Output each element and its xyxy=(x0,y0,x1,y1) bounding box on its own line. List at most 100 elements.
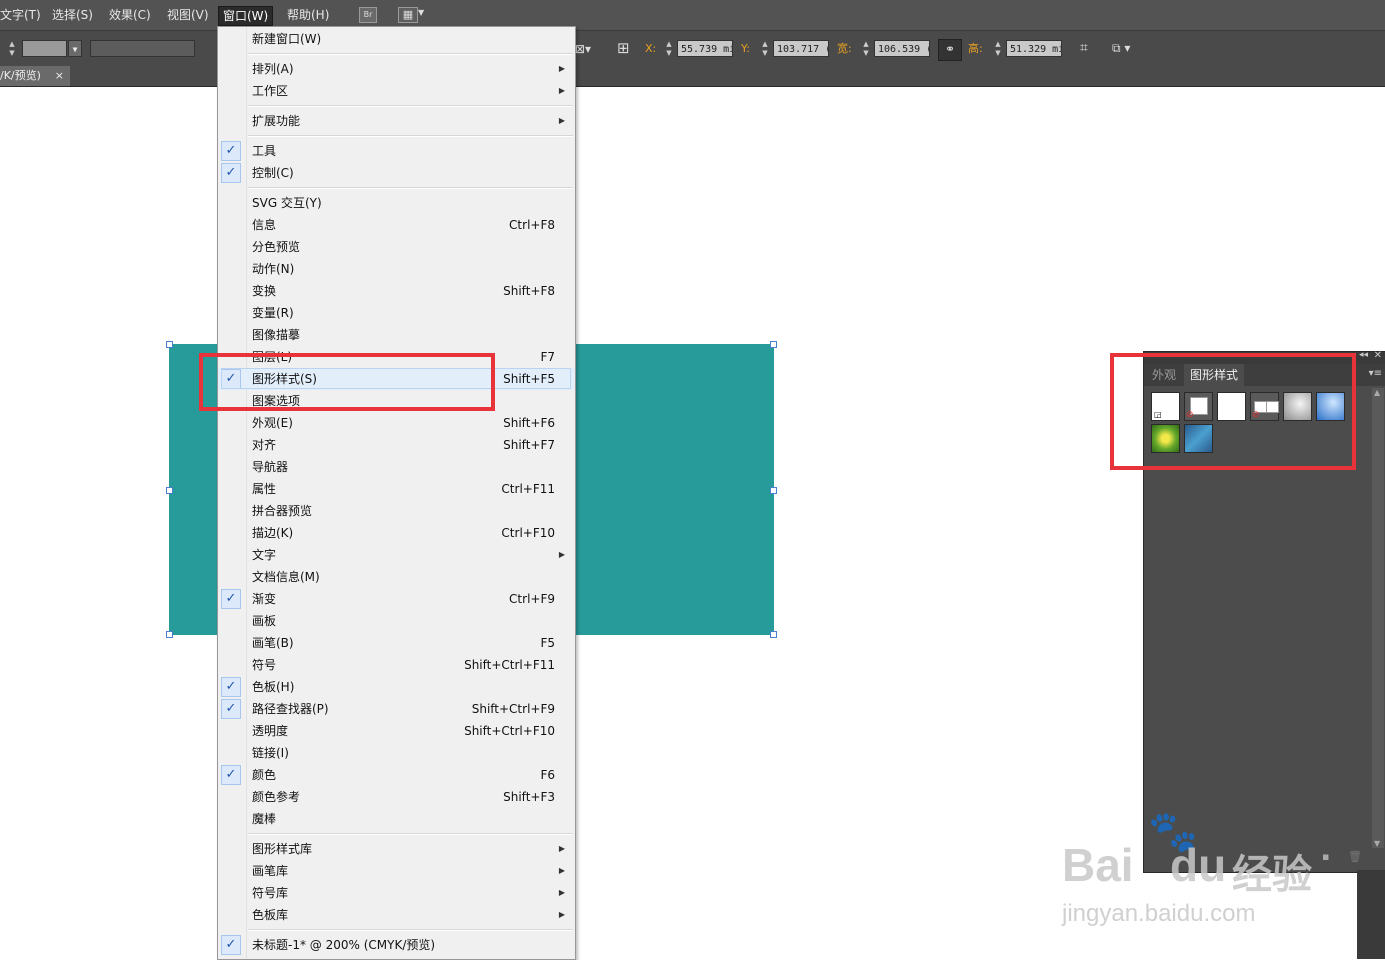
menu-item[interactable]: ✓ 控制(C) xyxy=(218,162,575,184)
menu-item[interactable]: 新建窗口(W) xyxy=(218,28,575,50)
stroke-weight-field[interactable] xyxy=(22,40,67,57)
menu-item[interactable]: 导航器 xyxy=(218,456,575,478)
menu-item[interactable]: 动作(N) xyxy=(218,258,575,280)
selection-handle[interactable] xyxy=(770,487,777,494)
close-tab-icon[interactable]: × xyxy=(55,66,64,86)
menu-item[interactable]: 图形样式库 ▶ xyxy=(218,838,575,860)
menu-text[interactable]: 文字(T) xyxy=(0,6,45,24)
menu-item-label: 链接(I) xyxy=(252,746,289,760)
menu-item[interactable]: 透明度 Shift+Ctrl+F10 xyxy=(218,720,575,742)
reference-point-icon[interactable]: ⊞ xyxy=(617,39,630,57)
selection-handle[interactable] xyxy=(166,487,173,494)
collapse-panel-icon[interactable]: ◂◂ xyxy=(1359,350,1368,360)
menu-item[interactable]: SVG 交互(Y) xyxy=(218,192,575,214)
transform-icon[interactable]: ⊠▾ xyxy=(575,40,591,58)
selection-handle[interactable] xyxy=(166,631,173,638)
menu-item[interactable]: 外观(E) Shift+F6 xyxy=(218,412,575,434)
menu-window[interactable]: 窗口(W) xyxy=(218,6,274,26)
menu-item[interactable]: ✓ 工具 xyxy=(218,140,575,162)
menu-item[interactable]: ✓ 色板(H) xyxy=(218,676,575,698)
highlight-box-panel xyxy=(1110,353,1356,470)
isolate-group-icon[interactable]: ⧉ ▾ xyxy=(1112,39,1130,57)
bridge-icon[interactable]: Br xyxy=(359,7,377,23)
y-label: Y: xyxy=(741,42,750,55)
menu-help[interactable]: 帮助(H) xyxy=(283,6,333,24)
menu-item[interactable]: 排列(A) ▶ xyxy=(218,58,575,80)
transform-box-icon[interactable]: ⌗ xyxy=(1080,39,1088,57)
x-spinner-icon[interactable]: ▲ ▼ xyxy=(663,40,675,58)
menu-select[interactable]: 选择(S) xyxy=(48,6,97,24)
menu-item[interactable]: 变换 Shift+F8 xyxy=(218,280,575,302)
checkmark-icon: ✓ xyxy=(221,141,241,161)
menu-item-label: 画笔(B) xyxy=(252,636,294,650)
menu-item[interactable]: 分色预览 xyxy=(218,236,575,258)
watermark-brand: Bai xyxy=(1062,839,1134,891)
menu-item-label: 扩展功能 xyxy=(252,114,301,128)
menu-item-label: 颜色 xyxy=(252,768,277,782)
menu-item[interactable]: 图像描摹 xyxy=(218,324,575,346)
menu-item-label: 外观(E) xyxy=(252,416,293,430)
selection-handle[interactable] xyxy=(166,341,173,348)
menu-item[interactable]: ✓ 颜色 F6 xyxy=(218,764,575,786)
menu-item-label: 拼合器预览 xyxy=(252,504,313,518)
watermark-url: jingyan.baidu.com xyxy=(1062,900,1256,927)
y-field[interactable]: 103.717 ( xyxy=(773,40,829,57)
submenu-arrow-icon: ▶ xyxy=(558,64,565,73)
y-spinner-icon[interactable]: ▲ ▼ xyxy=(759,40,771,58)
menu-item[interactable]: ✓ 未标题-1* @ 200% (CMYK/预览) xyxy=(218,934,575,956)
menu-item[interactable]: 颜色参考 Shift+F3 xyxy=(218,786,575,808)
baidu-watermark: Bai 🐾 du 经验 jingyan.baidu.com xyxy=(1060,809,1360,940)
menu-item[interactable]: ✓ 路径查找器(P) Shift+Ctrl+F9 xyxy=(218,698,575,720)
menu-separator xyxy=(248,929,573,931)
menu-item[interactable]: 文字 ▶ xyxy=(218,544,575,566)
menu-item[interactable]: 魔棒 xyxy=(218,808,575,830)
brush-definition-field[interactable] xyxy=(90,40,195,57)
menu-item[interactable]: 符号库 ▶ xyxy=(218,882,575,904)
stroke-dropdown-icon[interactable]: ▼ xyxy=(68,40,82,57)
menu-item[interactable]: 链接(I) xyxy=(218,742,575,764)
menu-item[interactable]: 色板库 ▶ xyxy=(218,904,575,926)
height-field[interactable]: 51.329 mi xyxy=(1006,40,1062,57)
x-field[interactable]: 55.739 mi xyxy=(677,40,733,57)
menu-item[interactable]: 拼合器预览 xyxy=(218,500,575,522)
menu-item-shortcut: Shift+Ctrl+F9 xyxy=(471,702,555,716)
menu-item[interactable]: 画笔(B) F5 xyxy=(218,632,575,654)
workspace-layout-icon[interactable]: ▦ xyxy=(398,7,418,23)
panel-scrollbar[interactable]: ▲ ▼ xyxy=(1372,388,1384,848)
menu-item[interactable]: 属性 Ctrl+F11 xyxy=(218,478,575,500)
selection-handle[interactable] xyxy=(770,631,777,638)
menu-item[interactable]: 工作区 ▶ xyxy=(218,80,575,102)
menu-item[interactable]: ✓ 渐变 Ctrl+F9 xyxy=(218,588,575,610)
menu-item[interactable]: 画板 xyxy=(218,610,575,632)
menu-item-shortcut: Ctrl+F8 xyxy=(509,218,555,232)
menu-bar: 文字(T) 选择(S) 效果(C) 视图(V) 窗口(W) 帮助(H) Br ▦… xyxy=(0,0,1385,30)
document-tab[interactable]: /K/预览) × xyxy=(0,66,70,86)
menu-item[interactable]: 画笔库 ▶ xyxy=(218,860,575,882)
menu-view[interactable]: 视图(V) xyxy=(163,6,213,24)
menu-item-shortcut: Shift+Ctrl+F11 xyxy=(464,658,555,672)
menu-item[interactable]: 描边(K) Ctrl+F10 xyxy=(218,522,575,544)
menu-item[interactable]: 符号 Shift+Ctrl+F11 xyxy=(218,654,575,676)
menu-item[interactable]: 对齐 Shift+F7 xyxy=(218,434,575,456)
menu-item[interactable]: 文档信息(M) xyxy=(218,566,575,588)
height-spinner-icon[interactable]: ▲ ▼ xyxy=(992,40,1004,58)
menu-item[interactable]: 信息 Ctrl+F8 xyxy=(218,214,575,236)
layout-dropdown-icon[interactable]: ▼ xyxy=(418,8,424,17)
selection-handle[interactable] xyxy=(770,341,777,348)
stroke-spinner-icon[interactable]: ▲ ▼ xyxy=(6,40,18,58)
menu-item[interactable]: 扩展功能 ▶ xyxy=(218,110,575,132)
menu-item-label: 分色预览 xyxy=(252,240,301,254)
panel-menu-icon[interactable]: ▾≡ xyxy=(1369,368,1382,379)
menu-separator xyxy=(248,187,573,189)
menu-item-label: 文档信息(M) xyxy=(252,570,320,584)
menu-item-label: 动作(N) xyxy=(252,262,295,276)
submenu-arrow-icon: ▶ xyxy=(558,910,565,919)
menu-item-shortcut: Shift+F8 xyxy=(503,284,555,298)
menu-item[interactable]: 变量(R) xyxy=(218,302,575,324)
constrain-proportions-icon[interactable]: ⚭ xyxy=(938,39,962,61)
menu-item-shortcut: F7 xyxy=(540,350,555,364)
width-field[interactable]: 106.539 ( xyxy=(874,40,930,57)
width-spinner-icon[interactable]: ▲ ▼ xyxy=(860,40,872,58)
close-panel-icon[interactable]: ✕ xyxy=(1374,350,1382,361)
menu-effect[interactable]: 效果(C) xyxy=(105,6,155,24)
